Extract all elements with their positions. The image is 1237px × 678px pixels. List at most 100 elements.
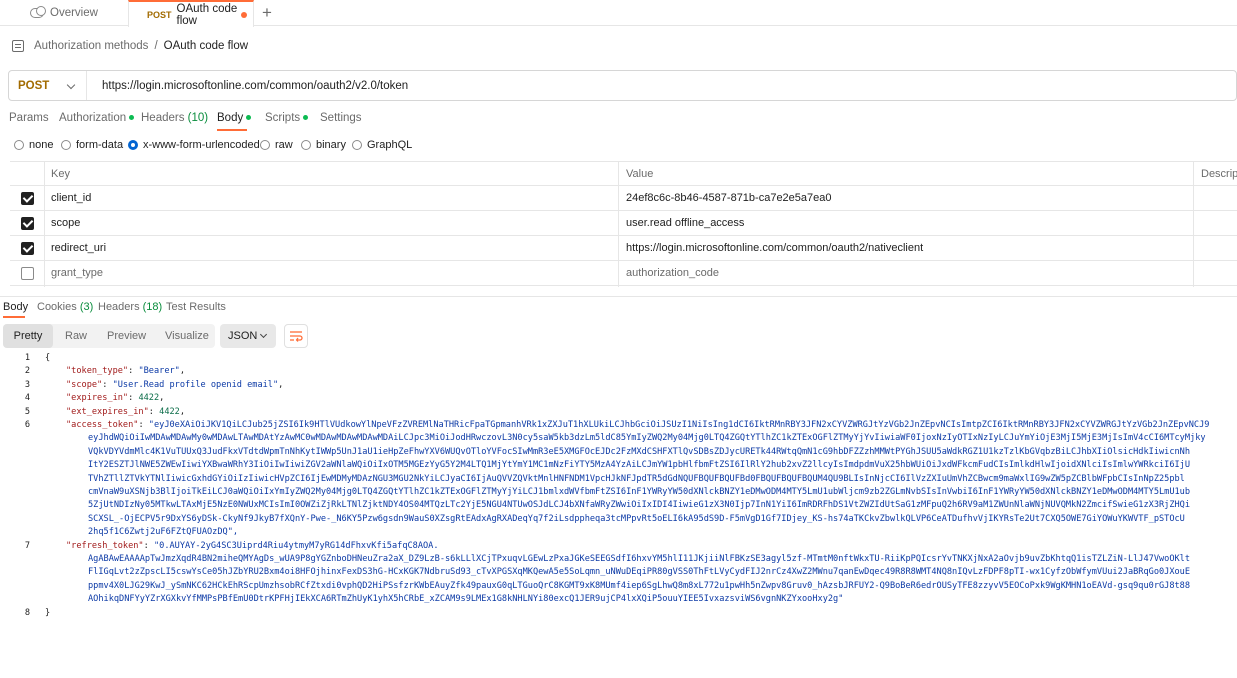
format-select[interactable]: JSON bbox=[220, 324, 276, 348]
checkbox-unchecked-icon[interactable] bbox=[20, 266, 34, 280]
resp-tab-headers-label: Headers bbox=[98, 301, 140, 313]
new-tab-plus-icon[interactable]: + bbox=[262, 3, 272, 23]
table-row: grant_type authorization_code bbox=[10, 261, 1237, 286]
code-line: cmVnaW9uXSNjb3BlIjoiTkEiLCJ0aWQiOiIxYmIy… bbox=[88, 487, 1191, 497]
unsaved-dot-icon bbox=[241, 12, 247, 18]
radio-selected-icon bbox=[128, 140, 138, 150]
tab-headers[interactable]: Headers (10) bbox=[141, 112, 208, 124]
radio-circle-icon bbox=[301, 140, 311, 150]
radio-form-data[interactable]: form-data bbox=[61, 139, 123, 151]
chevron-down-icon bbox=[259, 330, 268, 339]
line-number: 5 bbox=[24, 406, 30, 417]
view-visualize[interactable]: Visualize bbox=[165, 324, 209, 348]
resp-tab-cookies-label: Cookies bbox=[37, 301, 77, 313]
line-number: 2 bbox=[24, 366, 30, 377]
cookies-count: (3) bbox=[79, 301, 94, 313]
line-number: 3 bbox=[24, 379, 30, 390]
code-line: 5ZjUtNDIzNy05MTkwLTAxMjE5NzE0NWUxMCIsImI… bbox=[88, 500, 1191, 511]
param-key[interactable] bbox=[44, 286, 618, 287]
param-key[interactable]: grant_type bbox=[44, 261, 618, 285]
checkbox-checked-icon[interactable] bbox=[20, 216, 34, 230]
breadcrumb-parent[interactable]: Authorization methods bbox=[34, 40, 148, 52]
code-line: eyJhdWQiOiIwMDAwMDAwMy0wMDAwLTAwMDAtYzAw… bbox=[88, 433, 1206, 444]
url-input[interactable]: https://login.microsoftonline.com/common… bbox=[87, 80, 408, 92]
resp-tab-body[interactable]: Body bbox=[3, 301, 28, 313]
column-value: Value bbox=[618, 162, 1193, 185]
code-line: "scope": "User.Read profile openid email… bbox=[66, 379, 284, 390]
code-line: "refresh_token": "0.AUYAY-2yG4SC3Uiprd4R… bbox=[66, 540, 439, 551]
code-line: TVhZTllZTVkYTNlIiwicGxhdGYiOiIzIiwicHVpZ… bbox=[88, 473, 1185, 484]
radio-none[interactable]: none bbox=[14, 139, 53, 151]
code-line: } bbox=[45, 607, 51, 618]
checkbox-checked-icon[interactable] bbox=[20, 241, 34, 255]
code-line: ppmv4X0LJG29KwJ_ySmNKC62HCkEhRScpUmzhsob… bbox=[88, 580, 1191, 591]
radio-circle-icon bbox=[352, 140, 362, 150]
param-value[interactable]: user.read offline_access bbox=[618, 211, 1193, 235]
wrap-lines-button[interactable] bbox=[284, 324, 308, 348]
code-line: 2hq5f1C6Zwtj2uF6FZtQFUAOzDQ", bbox=[88, 527, 239, 538]
param-description[interactable] bbox=[1193, 211, 1237, 235]
view-preview[interactable]: Preview bbox=[107, 324, 146, 348]
table-row: redirect_uri https://login.microsoftonli… bbox=[10, 236, 1237, 261]
tab-params[interactable]: Params bbox=[9, 112, 49, 124]
radio-graphql[interactable]: GraphQL bbox=[352, 139, 412, 151]
param-value[interactable]: 24ef8c6c-8b46-4587-871b-ca7e2e5a7ea0 bbox=[618, 186, 1193, 210]
table-row: client_id 24ef8c6c-8b46-4587-871b-ca7e2e… bbox=[10, 186, 1237, 211]
active-tab-indicator bbox=[217, 129, 247, 131]
resp-tab-headers[interactable]: Headers (18) bbox=[98, 301, 162, 313]
resp-tab-test-results[interactable]: Test Results bbox=[166, 301, 226, 313]
view-raw[interactable]: Raw bbox=[65, 324, 87, 348]
method-select[interactable]: POST bbox=[9, 71, 87, 100]
tab-scripts[interactable]: Scripts bbox=[265, 112, 309, 124]
params-table: Key Value Descript client_id 24ef8c6c-8b… bbox=[10, 161, 1237, 287]
param-description[interactable] bbox=[1193, 286, 1237, 287]
code-line: "token_type": "Bearer", bbox=[66, 366, 186, 377]
radio-urlencoded[interactable]: x-www-form-urlencoded bbox=[128, 139, 260, 151]
code-line: SCXSL_-OjECPV5r9DxYS6yDSk-CkyNf9JkyB7fXQ… bbox=[88, 513, 1185, 524]
radio-circle-icon bbox=[14, 140, 24, 150]
radio-binary[interactable]: binary bbox=[301, 139, 346, 151]
tab-overview-label: Overview bbox=[50, 7, 98, 19]
tab-body[interactable]: Body bbox=[217, 112, 252, 124]
line-number: 7 bbox=[24, 540, 30, 551]
code-line: { bbox=[45, 353, 51, 363]
breadcrumb-separator: / bbox=[154, 40, 158, 52]
tab-bar: Overview POST OAuth code flow + bbox=[0, 0, 1237, 27]
headers-count: (10) bbox=[187, 112, 209, 124]
radio-none-label: none bbox=[29, 139, 54, 151]
tab-authorization[interactable]: Authorization bbox=[59, 112, 135, 124]
param-key[interactable]: redirect_uri bbox=[44, 236, 618, 260]
tab-settings[interactable]: Settings bbox=[320, 112, 362, 124]
tab-headers-label: Headers bbox=[141, 112, 185, 124]
code-line: FlIGqLvt2zZpscLI5cswYsCe05hJZbYRU2Bxm4oi… bbox=[88, 567, 1191, 578]
radio-raw[interactable]: raw bbox=[260, 139, 293, 151]
tab-method: POST bbox=[147, 9, 172, 20]
param-key[interactable]: scope bbox=[44, 211, 618, 235]
checkbox-checked-icon[interactable] bbox=[20, 191, 34, 205]
param-value[interactable]: https://login.microsoftonline.com/common… bbox=[618, 236, 1193, 260]
response-body-code[interactable]: 1 2 3 4 5 6 7 8 { "token_type": "Bearer", "scop… bbox=[0, 352, 1237, 678]
column-key: Key bbox=[44, 162, 618, 185]
param-key[interactable]: client_id bbox=[44, 186, 618, 210]
column-description: Descript bbox=[1193, 162, 1237, 185]
param-description[interactable] bbox=[1193, 236, 1237, 260]
chevron-down-icon bbox=[66, 80, 76, 90]
tab-oauth-code-flow[interactable]: POST OAuth code flow bbox=[128, 0, 254, 27]
view-pretty[interactable]: Pretty bbox=[3, 324, 53, 348]
radio-raw-label: raw bbox=[275, 139, 293, 151]
code-line: "ext_expires_in": 4422, bbox=[66, 406, 186, 417]
radio-circle-icon bbox=[260, 140, 270, 150]
table-row: scope user.read offline_access bbox=[10, 211, 1237, 236]
resp-tab-cookies[interactable]: Cookies (3) bbox=[37, 301, 93, 313]
param-value[interactable] bbox=[618, 286, 1193, 287]
resp-headers-count: (18) bbox=[142, 301, 163, 313]
param-description[interactable] bbox=[1193, 186, 1237, 210]
active-dot-icon bbox=[129, 115, 135, 121]
param-description[interactable] bbox=[1193, 261, 1237, 285]
breadcrumb-current[interactable]: OAuth code flow bbox=[164, 40, 248, 52]
url-bar: POST https://login.microsoftonline.com/c… bbox=[8, 70, 1237, 101]
tab-overview[interactable]: Overview bbox=[30, 0, 126, 26]
param-value[interactable]: authorization_code bbox=[618, 261, 1193, 285]
radio-graphql-label: GraphQL bbox=[367, 139, 413, 151]
radio-circle-icon bbox=[61, 140, 71, 150]
